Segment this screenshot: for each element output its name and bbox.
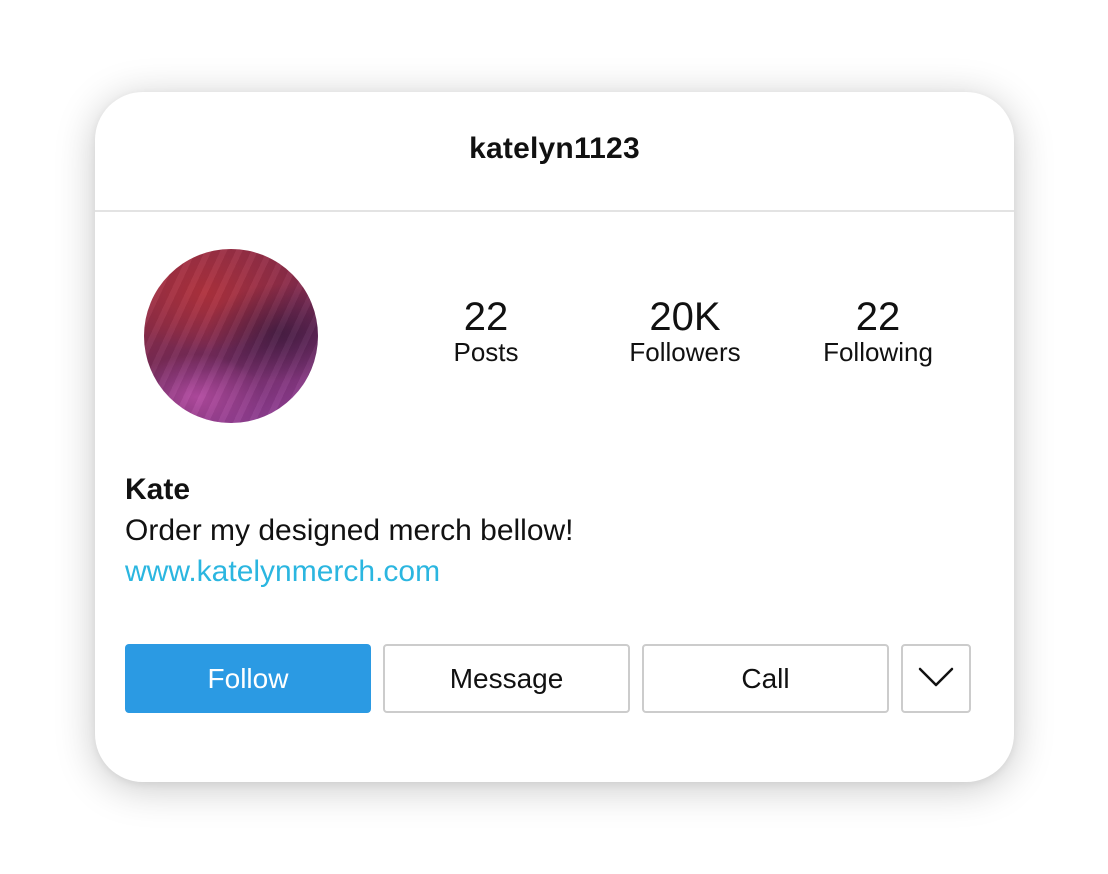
following-label: Following — [823, 337, 933, 367]
profile-header: katelyn1123 — [95, 92, 1014, 212]
following-count: 22 — [855, 295, 901, 339]
follow-button[interactable]: Follow — [125, 644, 371, 713]
website-link[interactable]: www.katelynmerch.com — [125, 552, 574, 592]
more-options-button[interactable] — [901, 644, 971, 713]
posts-label: Posts — [453, 337, 519, 367]
avatar[interactable] — [144, 249, 318, 423]
stat-following[interactable]: 22 Following — [808, 293, 948, 367]
message-button[interactable]: Message — [383, 644, 630, 713]
stat-followers[interactable]: 20K Followers — [610, 293, 760, 367]
display-name: Kate — [125, 473, 191, 506]
followers-label: Followers — [629, 337, 741, 367]
bio-description: Order my designed merch bellow! — [125, 514, 574, 547]
followers-count: 20K — [649, 295, 721, 339]
posts-count: 22 — [463, 295, 509, 339]
profile-card: katelyn1123 22 Posts 20K Followers 22 Fo… — [95, 92, 1014, 782]
call-button[interactable]: Call — [642, 644, 889, 713]
stat-posts[interactable]: 22 Posts — [426, 293, 546, 367]
chevron-down-icon — [917, 663, 955, 695]
profile-bio: Kate Order my designed merch bellow! www… — [125, 470, 574, 592]
username-title: katelyn1123 — [469, 132, 640, 165]
